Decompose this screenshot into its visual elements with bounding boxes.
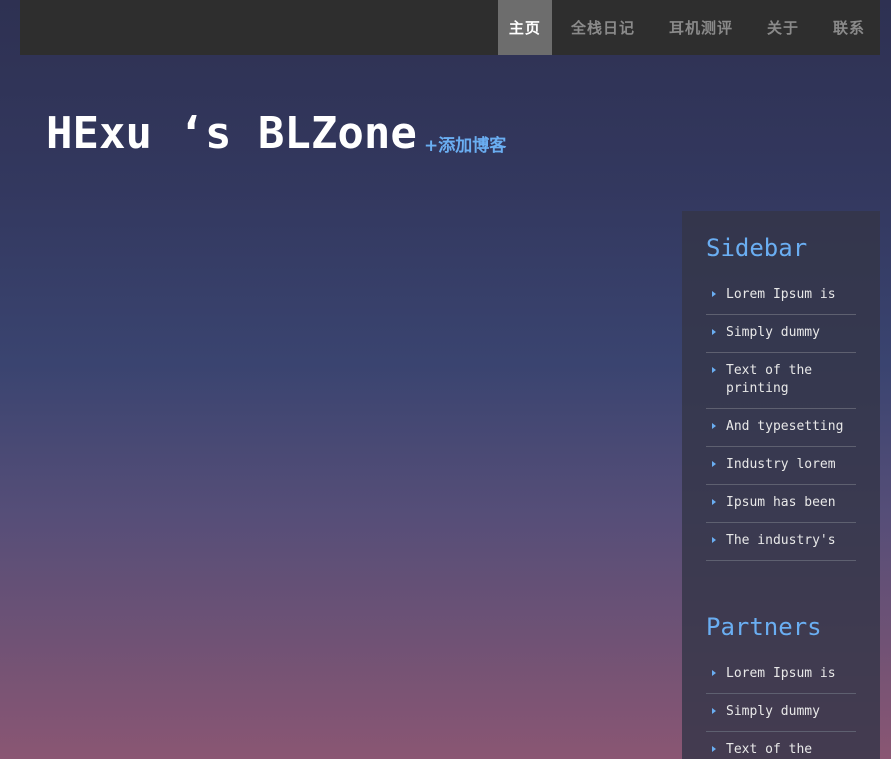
sidebar-link-label: Text of the printing (726, 363, 813, 396)
nav-item-about[interactable]: 关于 (752, 0, 814, 55)
sidebar-link-label: Ipsum has been (726, 495, 836, 510)
caret-right-icon (712, 291, 716, 297)
caret-right-icon (712, 746, 716, 752)
partners-heading: Partners (706, 613, 822, 641)
caret-right-icon (712, 537, 716, 543)
partner-link-label: Simply dummy (726, 704, 820, 719)
sidebar-link-label: Lorem Ipsum is (726, 287, 836, 302)
partner-link[interactable]: Text of the (706, 732, 856, 759)
nav-menu: 主页 全栈日记 耳机测评 关于 联系 (494, 0, 880, 55)
sidebar-heading: Sidebar (706, 234, 808, 262)
caret-right-icon (712, 423, 716, 429)
nav-item-home[interactable]: 主页 (497, 0, 552, 55)
sidebar-link[interactable]: Text of the printing (706, 353, 856, 409)
nav-item-contact[interactable]: 联系 (818, 0, 880, 55)
sidebar-link-label: And typesetting (726, 419, 844, 434)
sidebar-link[interactable]: And typesetting (706, 409, 856, 447)
site-title: HExu ‘s BLZone (46, 108, 417, 159)
caret-right-icon (712, 708, 716, 714)
sidebar-link[interactable]: Ipsum has been (706, 485, 856, 523)
sidebar-link[interactable]: Simply dummy (706, 315, 856, 353)
top-navbar: 主页 全栈日记 耳机测评 关于 联系 (20, 0, 880, 55)
partners-list: Lorem Ipsum is Simply dummy Text of the (706, 656, 856, 759)
add-blog-link[interactable]: +添加博客 (424, 131, 506, 156)
partners-widget: Partners Lorem Ipsum is Simply dummy Tex… (706, 613, 856, 759)
sidebar-link[interactable]: The industry's (706, 523, 856, 561)
sidebar-list: Lorem Ipsum is Simply dummy Text of the … (706, 277, 856, 561)
caret-right-icon (712, 329, 716, 335)
partner-link[interactable]: Lorem Ipsum is (706, 656, 856, 694)
caret-right-icon (712, 670, 716, 676)
nav-item-headphone-reviews[interactable]: 耳机测评 (654, 0, 748, 55)
sidebar-link-label: The industry's (726, 533, 836, 548)
sidebar-link[interactable]: Industry lorem (706, 447, 856, 485)
sidebar-link-label: Simply dummy (726, 325, 820, 340)
partner-link-label: Text of the (726, 742, 813, 757)
nav-item-fullstack-diary[interactable]: 全栈日记 (556, 0, 650, 55)
partner-link[interactable]: Simply dummy (706, 694, 856, 732)
sidebar-widget: Sidebar Lorem Ipsum is Simply dummy Text… (706, 234, 856, 561)
caret-right-icon (712, 461, 716, 467)
sidebar: Sidebar Lorem Ipsum is Simply dummy Text… (682, 211, 880, 759)
sidebar-link-label: Industry lorem (726, 457, 836, 472)
caret-right-icon (712, 499, 716, 505)
partner-link-label: Lorem Ipsum is (726, 666, 836, 681)
sidebar-link[interactable]: Lorem Ipsum is (706, 277, 856, 315)
caret-right-icon (712, 367, 716, 373)
